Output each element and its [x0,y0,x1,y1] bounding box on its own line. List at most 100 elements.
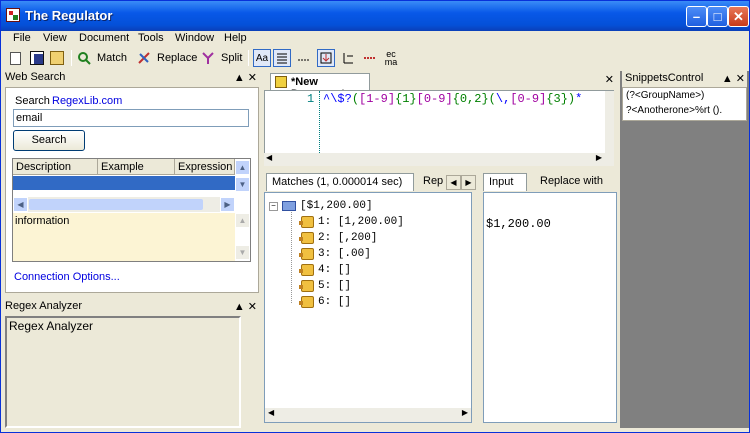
input-textbox[interactable]: $1,200.00 [483,192,617,423]
menu-window[interactable]: Window [175,32,214,44]
info-text: information [15,215,70,227]
panel-close-icon[interactable]: ✕ [736,73,745,85]
ecma-toggle[interactable]: ec ma [382,49,400,67]
snippets-header: SnippetsControl ▲ ✕ [622,71,747,87]
info-scroll-down-button[interactable]: ▼ [235,245,250,260]
matches-tree[interactable]: − [$1,200.00] 1: [1,200.00] 2: [,200] 3:… [264,192,472,423]
tree-item[interactable]: 4: [] [299,262,351,278]
menu-view[interactable]: View [43,32,67,44]
matches-hscrollbar[interactable]: ◀ ▶ [265,408,471,422]
folder-icon [282,201,296,211]
explicit-capture-toggle[interactable] [317,49,335,67]
group-icon [299,296,314,308]
column-example[interactable]: Example [98,159,175,175]
regex-text[interactable]: ^\$?([1-9]{1}[0-9]{0,2}(\,[0-9]{3})* [323,92,605,106]
selected-row[interactable] [13,176,235,190]
scroll-up-button[interactable]: ▲ [235,160,250,175]
replace-button[interactable]: Replace [137,49,197,67]
web-search-title: Web Search [5,71,66,83]
tree-root[interactable]: − [$1,200.00] [269,198,373,214]
menu-help[interactable]: Help [224,32,247,44]
maximize-button[interactable]: □ [707,6,728,27]
regex-token: {0,2} [452,92,489,106]
info-scroll-up-button[interactable]: ▲ [235,213,250,228]
horizontal-scrollbar[interactable]: ◀ ▶ [13,197,235,212]
pin-icon[interactable]: ▲ [234,301,245,313]
snippets-title: SnippetsControl [625,72,704,84]
close-button[interactable]: ✕ [728,6,749,27]
split-button[interactable]: Split [201,49,242,67]
regex-token: {1} [395,92,417,106]
menu-tools[interactable]: Tools [138,32,164,44]
regex-token: \, [495,92,511,106]
regex-token: {3} [546,92,568,106]
scroll-thumb[interactable] [29,199,203,210]
multiline-toggle[interactable] [273,49,291,67]
pin-icon[interactable]: ▲ [234,72,245,84]
minimize-button[interactable]: – [686,6,707,27]
tree-item[interactable]: 2: [,200] [299,230,377,246]
editor-tab[interactable]: *New Document [270,73,370,100]
match-icon [78,52,91,65]
ignore-case-toggle[interactable]: Aa [253,49,271,67]
match-button[interactable]: Match [77,49,127,67]
tab-input[interactable]: Input [483,173,527,191]
new-file-button[interactable] [10,49,21,67]
panel-close-icon[interactable]: ✕ [248,301,257,313]
menu-file[interactable]: File [13,32,31,44]
search-button[interactable]: Search [13,130,85,151]
gutter-line [319,91,320,153]
info-area: information [13,213,235,261]
tabs-scroll-right[interactable]: ▶ [461,175,476,190]
tab-matches[interactable]: Matches (1, 0.000014 sec) [266,173,414,191]
column-expression[interactable]: Expression [175,159,235,175]
group-icon [299,280,314,292]
connection-options-link[interactable]: Connection Options... [14,271,120,283]
snippet-item[interactable]: (?<GroupName>) [626,90,704,101]
regex-analyzer-content: Regex Analyzer [9,319,94,333]
group-label: 3: [.00] [318,248,371,260]
editor-scroll-left[interactable]: ◀ [266,153,272,162]
app-icon [6,8,20,22]
tabs-scroll-left[interactable]: ◀ [446,175,461,190]
input-text: $1,200.00 [486,217,551,231]
matches-panel: Matches (1, 0.000014 sec) Rep ◀ ▶ − [$1,… [264,169,478,428]
tab-replace-with[interactable]: Replace with [535,173,617,191]
regexlib-link[interactable]: RegexLib.com [52,95,122,107]
column-description[interactable]: Description [13,159,98,175]
replace-icon [138,52,150,64]
panel-close-icon[interactable]: ✕ [248,72,257,84]
snippet-item[interactable]: ?<Anotherone>%rt (). [626,105,722,116]
editor-hscrollbar[interactable]: ◀ ▶ [264,153,614,166]
right-to-left-toggle[interactable] [339,49,357,67]
title-bar[interactable]: The Regulator – □ ✕ [1,1,749,31]
editor-vscrollbar[interactable] [605,91,614,153]
pin-icon[interactable]: ▲ [722,73,733,85]
menu-document[interactable]: Document [79,32,129,44]
tree-item[interactable]: 5: [] [299,278,351,294]
editor-scroll-right[interactable]: ▶ [596,153,602,162]
folder-open-icon [50,51,64,65]
matches-scroll-right[interactable]: ▶ [462,408,468,417]
search-input[interactable] [13,109,249,127]
match-label: Match [97,52,127,64]
matches-scroll-left[interactable]: ◀ [268,408,274,417]
singleline-toggle[interactable] [295,49,313,67]
open-button[interactable] [50,49,64,67]
whitespace-toggle[interactable] [361,49,379,67]
regex-analyzer-header: Regex Analyzer ▲ ✕ [5,300,259,315]
group-icon [299,264,314,276]
collapse-icon[interactable]: − [269,201,278,211]
scroll-right-button[interactable]: ▶ [220,197,235,212]
regex-editor[interactable]: 1 ^\$?([1-9]{1}[0-9]{0,2}(\,[0-9]{3})* [264,90,614,154]
tab-replace-results[interactable]: Rep [418,173,448,191]
save-button[interactable] [30,49,44,67]
scroll-left-button[interactable]: ◀ [13,197,28,212]
tree-item[interactable]: 6: [] [299,294,351,310]
tree-item[interactable]: 3: [.00] [299,246,371,262]
save-icon [30,51,44,65]
tree-item[interactable]: 1: [1,200.00] [299,214,404,230]
editor-close-icon[interactable]: ✕ [605,73,614,86]
scroll-down-button[interactable]: ▼ [235,177,250,192]
results-grid[interactable]: Description Example Expression ▲ ▼ ◀ ▶ i… [12,158,251,262]
